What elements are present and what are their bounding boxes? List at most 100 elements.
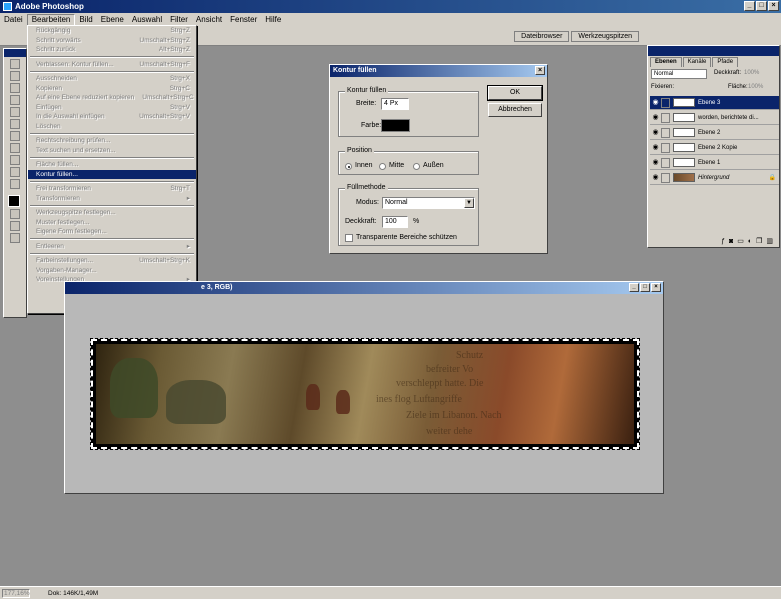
menu-datei[interactable]: Datei <box>0 14 27 26</box>
edit-menu-item[interactable]: Schritt zurück Alt+Strg+Z <box>28 45 196 55</box>
trash-icon[interactable]: ▥ <box>766 237 773 245</box>
edit-menu-item[interactable]: Kontur füllen... <box>28 169 196 179</box>
chevron-down-icon[interactable]: ▼ <box>464 198 474 208</box>
screen-mode-icon[interactable] <box>10 221 20 231</box>
edit-menu-item[interactable]: Vorgaben-Manager... <box>28 266 196 276</box>
edit-menu-item[interactable]: Eigene Form festlegen... <box>28 227 196 237</box>
eye-icon[interactable]: ◉ <box>651 98 660 107</box>
menu-ebene[interactable]: Ebene <box>97 14 128 26</box>
edit-menu-item[interactable]: Rechtschreibung prüfen... <box>28 136 196 146</box>
eye-icon[interactable]: ◉ <box>651 158 660 167</box>
stroke-color-swatch[interactable] <box>381 119 410 132</box>
edit-menu-item[interactable]: Rückgängig Strg+Z <box>28 26 196 36</box>
menu-ansicht[interactable]: Ansicht <box>192 14 226 26</box>
menu-filter[interactable]: Filter <box>166 14 192 26</box>
doc-maximize-button[interactable]: □ <box>640 283 650 292</box>
edit-menu-item[interactable]: Text suchen und ersetzen... <box>28 146 196 156</box>
tab-dateibrowser[interactable]: Dateibrowser <box>514 31 570 42</box>
minimize-button[interactable]: _ <box>744 1 755 11</box>
layer-row[interactable]: ◉ Hintergrund 🔒 <box>650 171 779 185</box>
layer-row[interactable]: ◉ Ebene 1 <box>650 156 779 170</box>
path-select-tool-icon[interactable] <box>10 143 20 153</box>
edit-menu-item[interactable]: Muster festlegen... <box>28 218 196 228</box>
stamp-tool-icon[interactable] <box>10 107 20 117</box>
document-window: e 3, RGB) _ □ × Schutz befreiter Vo vers… <box>64 281 664 494</box>
eye-icon[interactable]: ◉ <box>651 143 660 152</box>
brush-tool-icon[interactable] <box>10 95 20 105</box>
maximize-button[interactable]: □ <box>756 1 767 11</box>
mode-select-value: Normal <box>385 199 408 206</box>
tab-kanaele[interactable]: Kanäle <box>682 57 712 67</box>
quickmask-icon[interactable] <box>10 209 20 219</box>
zoom-field[interactable]: 177,16% <box>2 589 30 598</box>
edit-menu-item[interactable]: Kopieren Strg+C <box>28 84 196 94</box>
edit-menu-item[interactable]: Verblassen: Kontur füllen... Umschalt+Str… <box>28 60 196 70</box>
edit-menu-item[interactable]: Transformieren ▸ <box>28 194 196 204</box>
layer-row[interactable]: ◉ Ebene 2 <box>650 126 779 140</box>
opacity-label: Deckkraft: <box>345 218 377 225</box>
edit-menu-item[interactable]: Schritt vorwärts Umschalt+Strg+Z <box>28 36 196 46</box>
layer-style-icon[interactable]: ƒ <box>721 238 725 245</box>
document-title: e 3, RGB) <box>201 284 233 291</box>
eye-icon[interactable]: ◉ <box>651 173 660 182</box>
menu-auswahl[interactable]: Auswahl <box>128 14 166 26</box>
doc-minimize-button[interactable]: _ <box>629 283 639 292</box>
edit-menu-item[interactable]: Fläche füllen... <box>28 160 196 170</box>
doc-close-button[interactable]: × <box>651 283 661 292</box>
notes-tool-icon[interactable] <box>10 167 20 177</box>
link-icon <box>661 172 670 183</box>
cancel-button[interactable]: Abbrechen <box>488 103 542 117</box>
edit-menu-item[interactable]: Werkzeugspitze festlegen... <box>28 208 196 218</box>
jump-to-imageready-icon[interactable] <box>10 233 20 243</box>
dialog-close-button[interactable]: × <box>535 66 545 75</box>
layer-row[interactable]: ◉ Ebene 3 <box>650 96 779 110</box>
image-canvas[interactable]: Schutz befreiter Vo verschleppt hatte. D… <box>90 338 640 450</box>
fill-value[interactable]: 100% <box>748 82 763 93</box>
edit-menu-item[interactable]: Ausschneiden Strg+X <box>28 74 196 84</box>
edit-menu-item[interactable]: In die Auswahl einfügen Umschalt+Strg+V <box>28 112 196 122</box>
hand-tool-icon[interactable] <box>10 179 20 189</box>
layer-mask-icon[interactable]: ◙ <box>729 238 733 245</box>
layer-opacity-value[interactable]: 100% <box>744 68 759 79</box>
menu-separator <box>30 204 194 207</box>
eye-icon[interactable]: ◉ <box>651 128 660 137</box>
lasso-tool-icon[interactable] <box>10 71 20 81</box>
tab-werkzeugspitzen[interactable]: Werkzeugspitzen <box>571 31 639 42</box>
edit-menu-item[interactable]: Auf eine Ebene reduziert kopieren Umschal… <box>28 93 196 103</box>
tab-pfade[interactable]: Pfade <box>712 57 739 67</box>
position-outside-radio[interactable] <box>413 163 420 170</box>
edit-menu-item[interactable]: Farbeinstellungen... Umschalt+Strg+K <box>28 256 196 266</box>
photoshop-app-icon <box>3 2 12 11</box>
close-button[interactable]: × <box>768 1 779 11</box>
blur-tool-icon[interactable] <box>10 131 20 141</box>
menu-item-label: Fläche füllen... <box>36 161 79 168</box>
edit-menu-item[interactable]: Löschen <box>28 122 196 132</box>
menu-bild[interactable]: Bild <box>75 14 96 26</box>
new-layer-icon[interactable]: ❐ <box>756 237 762 245</box>
eraser-tool-icon[interactable] <box>10 119 20 129</box>
menu-fenster[interactable]: Fenster <box>226 14 261 26</box>
layer-row[interactable]: ◉ Ebene 2 Kopie <box>650 141 779 155</box>
opacity-input[interactable]: 100 <box>382 216 408 228</box>
pen-tool-icon[interactable] <box>10 155 20 165</box>
menu-hilfe[interactable]: Hilfe <box>261 14 285 26</box>
position-inside-radio[interactable] <box>345 163 352 170</box>
layer-blend-mode-select[interactable]: Normal <box>651 69 707 79</box>
layer-set-icon[interactable]: ▭ <box>737 237 744 245</box>
width-input[interactable]: 4 Px <box>381 98 409 110</box>
edit-menu-item[interactable]: Entleeren ▸ <box>28 242 196 252</box>
menu-bearbeiten[interactable]: Bearbeiten <box>26 13 76 26</box>
edit-menu-item[interactable]: Einfügen Strg+V <box>28 103 196 113</box>
preserve-transparency-checkbox[interactable] <box>345 234 353 242</box>
mode-select[interactable]: Normal ▼ <box>382 197 475 209</box>
foreground-color-swatch[interactable] <box>8 195 20 207</box>
tab-ebenen[interactable]: Ebenen <box>650 57 682 67</box>
position-center-radio[interactable] <box>379 163 386 170</box>
adjustment-layer-icon[interactable]: ◐ <box>748 238 752 245</box>
crop-tool-icon[interactable] <box>10 83 20 93</box>
layer-row[interactable]: ◉ worden, berichtete di... <box>650 111 779 125</box>
eye-icon[interactable]: ◉ <box>651 113 660 122</box>
ok-button[interactable]: OK <box>487 85 543 101</box>
edit-menu-item[interactable]: Frei transformieren Strg+T <box>28 184 196 194</box>
marquee-tool-icon[interactable] <box>10 59 20 69</box>
